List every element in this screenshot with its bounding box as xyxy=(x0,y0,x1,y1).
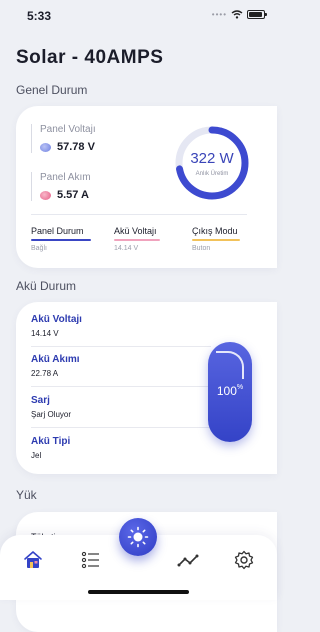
wifi-icon xyxy=(231,10,243,19)
tab-list[interactable] xyxy=(80,549,102,571)
panel-voltaji-label: Panel Voltajı xyxy=(40,124,96,135)
sun-icon xyxy=(127,526,149,548)
divider xyxy=(31,386,211,387)
home-icon xyxy=(24,551,42,568)
battery-percentage-unit: % xyxy=(236,384,244,391)
tab-settings[interactable] xyxy=(233,549,255,571)
genel-durum-card: Panel Voltajı 57.78 V Panel Akım 5.57 A … xyxy=(16,106,277,268)
stat-panel-durum: Panel Durum Bağlı xyxy=(31,226,91,252)
panel-akim-value: 5.57 A xyxy=(57,189,90,201)
divider xyxy=(31,427,211,428)
stat-bar xyxy=(31,239,91,241)
stat-aku-voltaji: Akü Voltajı 14.14 V xyxy=(114,226,160,252)
divider xyxy=(31,346,211,347)
aku-row-label: Akü Tipi xyxy=(31,436,71,447)
tab-home[interactable] xyxy=(22,549,44,571)
aku-durum-card: Akü Voltajı 14.14 V Akü Akımı 22.78 A Sa… xyxy=(16,302,277,474)
list-icon xyxy=(81,551,99,569)
aku-row-value: 22.78 A xyxy=(31,369,59,378)
voltage-icon xyxy=(40,142,51,152)
status-bar: 5:33 •••• xyxy=(0,0,277,30)
stat-cikis-modu: Çıkış Modu Buton xyxy=(192,226,240,252)
aku-row-voltaj: Akü Voltajı 14.14 V xyxy=(31,314,206,338)
section-title-aku-durum: Akü Durum xyxy=(16,279,77,293)
aku-row-akim: Akü Akımı 22.78 A xyxy=(31,354,206,378)
home-indicator xyxy=(88,590,189,594)
aku-row-label: Akü Akımı xyxy=(31,354,80,365)
battery-percentage: 100% xyxy=(208,384,252,398)
stat-bar xyxy=(192,239,240,241)
panel-akim-label: Panel Akım xyxy=(40,172,91,183)
battery-shine xyxy=(216,351,244,379)
aku-row-tip: Akü Tipi Jel xyxy=(31,436,206,460)
aku-row-value: Şarj Oluyor xyxy=(31,410,72,419)
battery-icon xyxy=(247,10,267,19)
solar-fab-button[interactable] xyxy=(119,518,157,556)
tab-stats[interactable] xyxy=(177,549,199,571)
panel-voltaji-block: Panel Voltajı 57.78 V xyxy=(31,124,96,153)
status-time: 5:33 xyxy=(27,9,52,23)
aku-row-value: 14.14 V xyxy=(31,329,59,338)
divider xyxy=(31,214,247,215)
status-icons: •••• xyxy=(211,10,267,19)
settings-icon xyxy=(234,550,254,570)
stat-label: Akü Voltajı xyxy=(114,226,157,236)
gauge-label: Anlık Üretim xyxy=(195,171,229,177)
section-title-yuk: Yük xyxy=(16,488,37,502)
aku-row-value: Jel xyxy=(31,451,42,460)
stat-label: Çıkış Modu xyxy=(192,226,238,236)
page-title: Solar - 40AMPS xyxy=(16,47,164,68)
cellular-icon: •••• xyxy=(211,10,227,19)
stat-value: 14.14 V xyxy=(114,245,139,252)
panel-akim-block: Panel Akım 5.57 A xyxy=(31,172,91,201)
aku-row-label: Sarj xyxy=(31,395,50,406)
stat-value: Bağlı xyxy=(31,245,47,252)
stat-label: Panel Durum xyxy=(31,226,84,236)
panel-voltaji-value: 57.78 V xyxy=(57,141,95,153)
current-icon xyxy=(40,190,51,200)
stat-value: Buton xyxy=(192,245,211,252)
battery-percentage-number: 100 xyxy=(216,384,237,398)
stat-bar xyxy=(114,239,160,241)
battery-level-indicator: 100% xyxy=(208,342,252,442)
aku-row-label: Akü Voltajı xyxy=(31,314,82,325)
production-gauge: 322 W Anlık Üretim xyxy=(172,123,252,203)
aku-row-sarj: Sarj Şarj Oluyor xyxy=(31,395,206,419)
section-title-genel-durum: Genel Durum xyxy=(16,83,88,97)
chart-icon xyxy=(177,554,199,567)
gauge-value: 322 W xyxy=(190,150,234,167)
